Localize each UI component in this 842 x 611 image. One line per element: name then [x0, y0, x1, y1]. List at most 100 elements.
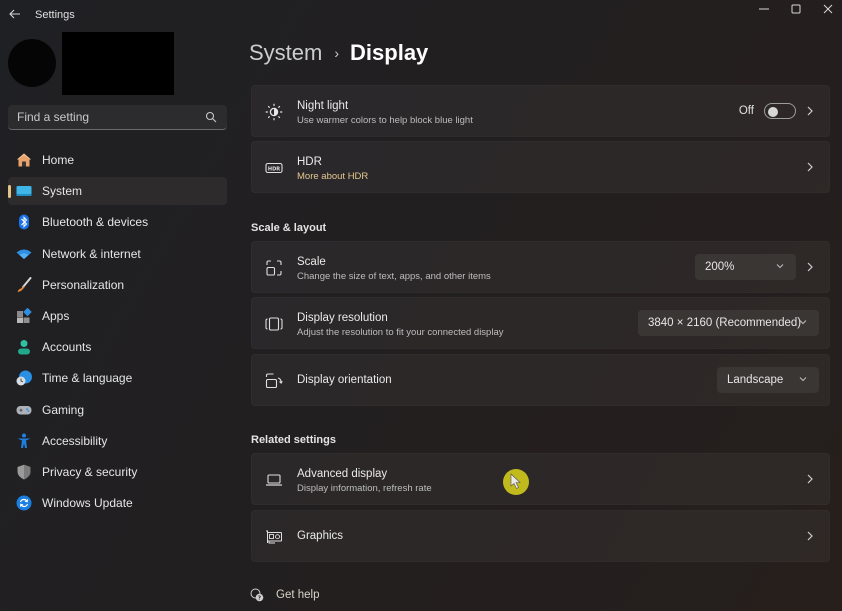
- close-button[interactable]: [812, 0, 842, 18]
- orientation-icon: [265, 373, 283, 389]
- sidebar-item-home[interactable]: Home: [8, 146, 227, 174]
- back-button[interactable]: [6, 4, 24, 24]
- sidebar-item-accessibility[interactable]: Accessibility: [8, 427, 227, 455]
- home-icon: [17, 153, 31, 167]
- svg-text:HDR: HDR: [268, 166, 280, 172]
- card-title: HDR: [297, 156, 322, 168]
- resolution-dropdown[interactable]: 3840 × 2160 (Recommended): [638, 310, 819, 336]
- update-icon: [16, 495, 32, 511]
- dropdown-value: 3840 × 2160 (Recommended): [648, 317, 802, 329]
- advanced-display-card[interactable]: Advanced display Display information, re…: [251, 453, 830, 505]
- user-avatar[interactable]: [8, 39, 56, 87]
- breadcrumb-parent[interactable]: System: [249, 40, 322, 66]
- chevron-right-icon: [807, 262, 813, 272]
- bluetooth-icon: [19, 214, 29, 230]
- night-light-card[interactable]: Night light Use warmer colors to help bl…: [251, 85, 830, 137]
- brush-icon: [17, 276, 32, 292]
- chevron-right-icon: [807, 162, 813, 172]
- sidebar-item-label: Home: [42, 153, 75, 167]
- scale-card[interactable]: Scale Change the size of text, apps, and…: [251, 241, 830, 293]
- sidebar-item-gaming[interactable]: Gaming: [8, 396, 227, 424]
- gamepad-icon: [16, 405, 32, 414]
- sidebar-item-label: Apps: [42, 308, 70, 323]
- sidebar-item-label: Network & internet: [42, 246, 141, 261]
- dropdown-value: 200%: [705, 261, 735, 273]
- card-subtitle: Use warmer colors to help block blue lig…: [297, 115, 473, 126]
- close-icon: [823, 4, 833, 14]
- card-title: Advanced display: [297, 468, 388, 480]
- mouse-cursor-highlight: [503, 469, 529, 495]
- resolution-icon: [265, 317, 283, 331]
- card-title: Night light: [297, 100, 349, 112]
- sidebar-item-label: Windows Update: [42, 496, 133, 511]
- sidebar-item-label: Accessibility: [42, 433, 108, 448]
- card-subtitle: Adjust the resolution to fit your connec…: [297, 327, 504, 338]
- toggle-knob: [768, 106, 778, 117]
- get-help-label: Get help: [276, 589, 320, 601]
- card-subtitle: Display information, refresh rate: [297, 483, 432, 494]
- minimize-icon: [759, 8, 769, 10]
- hdr-card[interactable]: HDR HDR More about HDR: [251, 141, 830, 193]
- sidebar-item-system[interactable]: System: [8, 177, 227, 206]
- search-icon[interactable]: [205, 111, 217, 123]
- dropdown-value: Landscape: [727, 374, 784, 386]
- laptop-icon: [266, 474, 282, 486]
- minimize-button[interactable]: [748, 0, 780, 18]
- sidebar-item-label: Privacy & security: [42, 464, 138, 479]
- accounts-icon: [18, 340, 30, 355]
- sidebar-item-label: Bluetooth & devices: [42, 215, 149, 230]
- scale-dropdown[interactable]: 200%: [695, 254, 796, 280]
- maximize-icon: [791, 4, 801, 14]
- sidebar-item-label: Gaming: [42, 402, 85, 417]
- apps-icon: [17, 307, 32, 323]
- chevron-down-icon: [799, 320, 807, 325]
- mouse-pointer-icon: [510, 473, 521, 489]
- user-info-redacted: [62, 32, 174, 95]
- more-about-hdr-link[interactable]: More about HDR: [297, 171, 368, 182]
- display-orientation-card: Display orientation Landscape: [251, 354, 830, 406]
- sidebar-item-bluetooth-devices[interactable]: Bluetooth & devices: [8, 208, 227, 236]
- chevron-right-icon: [807, 531, 813, 541]
- sidebar-item-network-internet[interactable]: Network & internet: [8, 240, 227, 268]
- chevron-down-icon: [799, 377, 807, 382]
- svg-text:?: ?: [258, 596, 261, 602]
- night-light-icon: [265, 103, 283, 121]
- sidebar-item-label: Accounts: [42, 340, 92, 355]
- get-help-link[interactable]: ? Get help: [250, 588, 319, 602]
- sidebar-item-personalization[interactable]: Personalization: [8, 271, 227, 299]
- system-icon: [16, 186, 32, 197]
- search-input[interactable]: [17, 110, 197, 124]
- chevron-right-icon: [807, 474, 813, 484]
- chevron-down-icon: [776, 264, 784, 269]
- display-resolution-card: Display resolution Adjust the resolution…: [251, 297, 830, 349]
- breadcrumb: System › Display: [249, 40, 428, 66]
- search-box[interactable]: [8, 105, 227, 130]
- orientation-dropdown[interactable]: Landscape: [717, 367, 819, 393]
- title-bar: Settings: [0, 0, 842, 30]
- card-title: Graphics: [297, 530, 344, 542]
- sidebar-item-label: System: [42, 184, 83, 199]
- sidebar-item-accounts[interactable]: Accounts: [8, 333, 227, 361]
- sidebar-item-privacy-security[interactable]: Privacy & security: [8, 458, 227, 486]
- help-icon: ?: [250, 588, 264, 602]
- toggle-state-label: Off: [738, 105, 754, 117]
- sidebar-item-time-language[interactable]: Time & language: [8, 364, 227, 392]
- hdr-icon: HDR: [265, 162, 283, 174]
- page-title: Display: [350, 40, 429, 65]
- maximize-button[interactable]: [780, 0, 812, 18]
- sidebar-item-label: Time & language: [42, 371, 133, 386]
- back-arrow-icon: [9, 9, 20, 19]
- card-subtitle: Change the size of text, apps, and other…: [297, 271, 491, 282]
- night-light-toggle[interactable]: [764, 103, 796, 119]
- sidebar-item-windows-update[interactable]: Windows Update: [8, 489, 227, 517]
- sidebar-item-apps[interactable]: Apps: [8, 302, 227, 330]
- graphics-card-icon: [266, 530, 282, 544]
- card-title: Display resolution: [297, 312, 388, 324]
- graphics-card[interactable]: Graphics: [251, 510, 830, 562]
- section-heading-related-settings: Related settings: [251, 434, 336, 446]
- time-language-icon: [16, 370, 32, 386]
- app-title: Settings: [35, 9, 75, 21]
- sidebar-nav: Home System Bluetooth & devices Network …: [8, 146, 227, 520]
- chevron-right-icon: [807, 106, 813, 116]
- section-heading-scale-layout: Scale & layout: [251, 222, 327, 234]
